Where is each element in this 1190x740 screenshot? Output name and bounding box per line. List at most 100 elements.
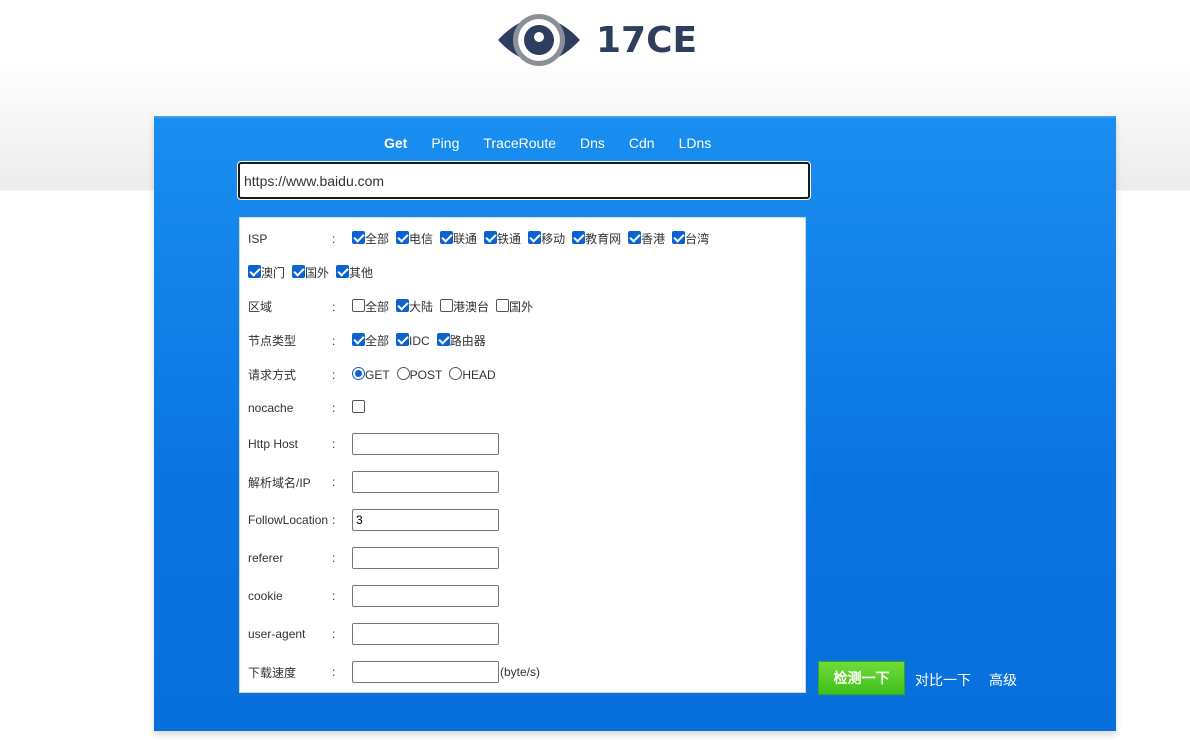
colon: : [332,475,336,489]
colon: : [332,589,336,603]
checkbox[interactable] [352,230,365,244]
region-option-mainland[interactable]: 大陆 [396,298,433,315]
page-header: 17CE [0,0,1190,116]
region-option-overseas[interactable]: 国外 [496,298,533,315]
isp-option-other[interactable]: 其他 [336,264,373,281]
checkbox[interactable] [672,230,686,244]
url-input[interactable] [238,162,810,199]
checkbox[interactable] [336,264,350,278]
colon: : [332,231,336,246]
checkbox[interactable] [352,298,365,312]
region-option-all[interactable]: 全部 [352,298,389,315]
colon: : [332,627,336,641]
colon: : [332,367,336,382]
option-label: 全部 [365,334,390,348]
isp-option-macau[interactable]: 澳门 [248,264,285,281]
options-form: ISP : 全部 电信 联通 铁通 移动 教育网 香港 台湾 澳门 国外 其他 … [239,217,806,693]
radio[interactable] [352,367,365,380]
node-type-option-all[interactable]: 全部 [352,332,389,349]
checkbox[interactable] [484,230,498,244]
resolve-row: 解析域名/IP : [248,471,499,493]
cookie-input[interactable] [352,585,499,607]
isp-option-unicom[interactable]: 联通 [440,230,477,247]
method-option-get[interactable]: GET [352,367,390,382]
nocache-checkbox[interactable] [352,400,365,413]
tab-get[interactable]: Get [384,135,407,151]
resolve-label: 解析域名/IP [248,475,311,490]
user-agent-row: user-agent : [248,623,499,645]
isp-option-overseas[interactable]: 国外 [292,264,329,281]
site-logo[interactable]: 17CE [496,4,697,76]
follow-location-input[interactable] [352,509,499,531]
http-host-input[interactable] [352,433,499,455]
isp-option-mobile[interactable]: 移动 [528,230,565,247]
checkbox[interactable] [496,298,510,312]
cookie-label: cookie [248,589,283,603]
checkbox[interactable] [248,264,261,278]
option-label: 其他 [349,266,374,280]
user-agent-input[interactable] [352,623,499,645]
test-type-tabs: Get Ping TraceRoute Dns Cdn LDns [384,135,735,151]
option-label: HEAD [462,367,496,382]
checkbox[interactable] [528,230,542,244]
option-label: POST [409,367,443,382]
check-button[interactable]: 检测一下 [818,661,905,695]
option-label: 香港 [641,232,666,246]
download-speed-input[interactable] [352,661,499,683]
node-type-label: 节点类型 [248,334,297,348]
referer-row: referer : [248,547,499,569]
colon: : [332,437,336,451]
colon: : [332,551,336,565]
logo-text: 17CE [596,19,698,61]
node-type-option-router[interactable]: 路由器 [436,332,486,349]
tab-dns[interactable]: Dns [580,135,605,151]
tab-ldns[interactable]: LDns [679,135,712,151]
checkbox[interactable] [292,264,306,278]
method-option-head[interactable]: HEAD [449,367,496,382]
method-option-post[interactable]: POST [396,367,443,382]
download-speed-row: 下载速度 : (byte/s) [248,661,540,683]
node-type-option-idc[interactable]: IDC [396,332,430,349]
isp-option-tietong[interactable]: 铁通 [484,230,521,247]
resolve-input[interactable] [352,471,499,493]
isp-option-all[interactable]: 全部 [352,230,389,247]
isp-option-telecom[interactable]: 电信 [396,230,433,247]
method-row: 请求方式 : GET POST HEAD [248,366,503,383]
region-option-hmt[interactable]: 港澳台 [440,298,489,315]
isp-option-taiwan[interactable]: 台湾 [672,230,709,247]
follow-location-label: FollowLocation [248,513,329,527]
region-label: 区域 [248,300,273,314]
checkbox[interactable] [436,332,450,346]
region-row: 区域 : 全部 大陆 港澳台 国外 [248,298,540,315]
advanced-link[interactable]: 高级 [989,670,1017,690]
checkbox[interactable] [572,230,586,244]
checkbox[interactable] [440,298,454,312]
tab-cdn[interactable]: Cdn [629,135,655,151]
checkbox[interactable] [440,230,454,244]
test-panel: Get Ping TraceRoute Dns Cdn LDns ISP : 全… [154,116,1116,731]
compare-link[interactable]: 对比一下 [915,670,971,690]
option-label: 路由器 [449,334,486,348]
radio[interactable] [396,367,410,380]
isp-row-continued: 澳门 国外 其他 [248,264,380,281]
option-label: IDC [409,333,430,348]
checkbox[interactable] [396,298,410,312]
isp-option-hongkong[interactable]: 香港 [628,230,665,247]
option-label: 全部 [365,232,390,246]
option-label: 教育网 [585,232,622,246]
tab-traceroute[interactable]: TraceRoute [483,135,556,151]
option-label: 台湾 [685,232,710,246]
tab-ping[interactable]: Ping [431,135,459,151]
option-label: 国外 [509,300,534,314]
colon: : [332,665,336,679]
checkbox[interactable] [352,332,365,346]
option-label: 澳门 [261,266,286,280]
checkbox[interactable] [396,230,410,244]
referer-input[interactable] [352,547,499,569]
method-label: 请求方式 [248,368,297,382]
option-label: 大陆 [409,300,434,314]
checkbox[interactable] [396,332,410,346]
radio[interactable] [449,367,463,380]
checkbox[interactable] [628,230,642,244]
isp-option-edu[interactable]: 教育网 [572,230,621,247]
